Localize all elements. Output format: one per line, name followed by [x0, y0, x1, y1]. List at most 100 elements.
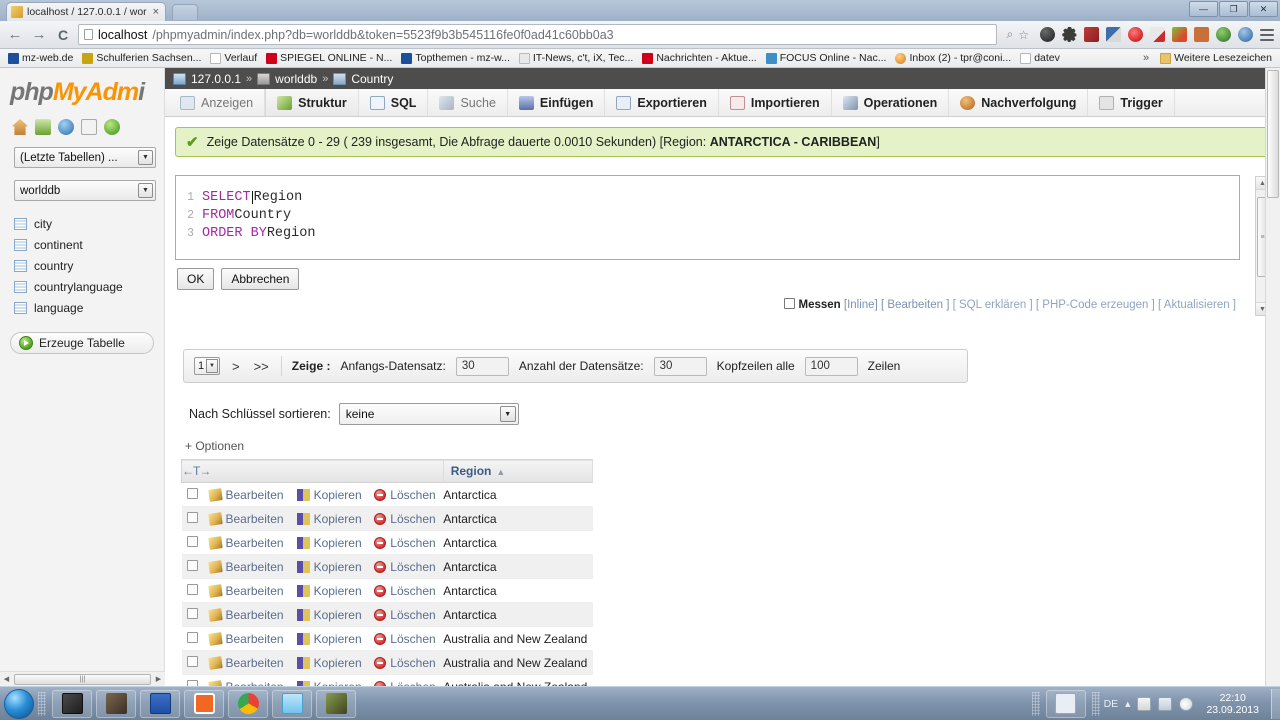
inline-link[interactable]: [Inline]	[844, 299, 878, 311]
breadcrumb-database[interactable]: worlddb	[275, 72, 317, 86]
chevron-down-icon[interactable]: ▼	[138, 150, 153, 165]
start-button[interactable]	[4, 688, 34, 719]
taskbar-item-save-app[interactable]	[140, 689, 180, 718]
show-hidden-icons-button[interactable]: ▴	[1125, 698, 1130, 710]
extension-icon-3[interactable]	[1084, 27, 1099, 42]
delete-action-cell[interactable]: Löschen	[369, 506, 444, 531]
delete-action-cell[interactable]: Löschen	[369, 650, 444, 675]
bookmark-star-icon[interactable]: ☆	[1018, 28, 1029, 42]
copy-action-cell[interactable]: Kopieren	[291, 674, 370, 686]
copy-action-cell[interactable]: Kopieren	[291, 650, 370, 675]
sort-asc-icon[interactable]: ▲	[491, 467, 505, 477]
taskbar-item-sublime-text[interactable]	[52, 689, 92, 718]
delete-action-cell[interactable]: Löschen	[369, 578, 444, 603]
row-checkbox-cell[interactable]	[181, 482, 204, 507]
page-info-icon[interactable]	[84, 29, 93, 40]
docs-icon[interactable]	[58, 119, 74, 135]
bookmark-item[interactable]: mz-web.de	[4, 51, 77, 65]
edit-action-cell[interactable]: Bearbeiten	[203, 482, 292, 507]
breadcrumb-table[interactable]: Country	[351, 72, 393, 86]
html5-icon[interactable]	[1194, 27, 1209, 42]
tab-trigger[interactable]: Trigger	[1088, 89, 1175, 116]
row-checkbox-cell[interactable]	[181, 530, 204, 555]
extension-icon-6[interactable]	[1150, 27, 1165, 42]
toolbar-grip[interactable]	[38, 691, 46, 716]
hamburger-menu-icon[interactable]	[1260, 28, 1274, 41]
chevron-down-icon[interactable]: ▼	[138, 183, 153, 198]
tab-nachverfolgung[interactable]: Nachverfolgung	[949, 89, 1089, 116]
table-item-language[interactable]: language	[14, 297, 164, 318]
tab-einfuegen[interactable]: Einfügen	[508, 89, 606, 116]
clock[interactable]: 22:10 23.09.2013	[1200, 692, 1265, 716]
edit-action-cell[interactable]: Bearbeiten	[203, 530, 292, 555]
network-icon[interactable]	[1158, 696, 1173, 711]
column-header-region[interactable]: Region ▲	[443, 459, 594, 483]
delete-action-cell[interactable]: Löschen	[369, 530, 444, 555]
row-checkbox-cell[interactable]	[181, 554, 204, 579]
header-every-input[interactable]: 100	[804, 356, 858, 376]
show-desktop-button[interactable]	[1271, 688, 1280, 719]
next-page-button[interactable]: >	[230, 359, 242, 374]
bookmark-item[interactable]: IT-News, c't, iX, Tec...	[515, 51, 637, 65]
table-item-continent[interactable]: continent	[14, 234, 164, 255]
tab-exportieren[interactable]: Exportieren	[605, 89, 719, 116]
chevron-down-icon[interactable]: ▼	[206, 359, 218, 373]
delete-action-cell[interactable]: Löschen	[369, 674, 444, 686]
table-row[interactable]: Bearbeiten Kopieren Löschen Australia an…	[181, 626, 593, 651]
options-toggle-link[interactable]: + Optionen	[185, 439, 1280, 453]
copy-action-cell[interactable]: Kopieren	[291, 602, 370, 627]
edit-link[interactable]: [ Bearbeiten ]	[881, 299, 949, 311]
explain-sql-link[interactable]: [ SQL erklären ]	[953, 299, 1033, 311]
row-checkbox[interactable]	[187, 607, 198, 619]
database-select[interactable]: worlddb ▼	[14, 180, 156, 201]
cancel-button[interactable]: Abbrechen	[221, 268, 300, 290]
delete-action-cell[interactable]: Löschen	[369, 482, 444, 507]
edit-action-cell[interactable]: Bearbeiten	[203, 554, 292, 579]
row-checkbox[interactable]	[187, 511, 198, 523]
delete-action-cell[interactable]: Löschen	[369, 602, 444, 627]
reload-icon[interactable]: C	[54, 26, 72, 44]
ok-button[interactable]: OK	[177, 268, 215, 290]
extension-icon-5[interactable]	[1128, 27, 1143, 42]
copy-action-cell[interactable]: Kopieren	[291, 554, 370, 579]
table-row[interactable]: Bearbeiten Kopieren Löschen Antarctica	[181, 482, 593, 507]
row-checkbox-cell[interactable]	[181, 578, 204, 603]
home-icon[interactable]	[12, 119, 28, 135]
bookmark-item[interactable]: Inbox (2) - tpr@coni...	[891, 51, 1015, 65]
wiki-icon[interactable]	[81, 119, 97, 135]
table-row[interactable]: Bearbeiten Kopieren Löschen Antarctica	[181, 602, 593, 627]
browser-tab[interactable]: localhost / 127.0.0.1 / wor ×	[6, 2, 166, 21]
taskbar-item-file-explorer[interactable]	[96, 689, 136, 718]
copy-action-cell[interactable]: Kopieren	[291, 626, 370, 651]
row-checkbox[interactable]	[187, 559, 198, 571]
table-row[interactable]: Bearbeiten Kopieren Löschen Antarctica	[181, 578, 593, 603]
table-row[interactable]: Bearbeiten Kopieren Löschen Australia an…	[181, 650, 593, 675]
table-row[interactable]: Bearbeiten Kopieren Löschen Australia an…	[181, 674, 593, 686]
back-icon[interactable]: ←	[6, 26, 24, 44]
row-checkbox[interactable]	[187, 487, 198, 499]
new-tab-button[interactable]	[172, 4, 198, 20]
table-row[interactable]: Bearbeiten Kopieren Löschen Antarctica	[181, 530, 593, 555]
sort-by-key-select[interactable]: keine ▼	[338, 403, 519, 425]
tab-suche[interactable]: Suche	[428, 89, 508, 116]
bookmark-item[interactable]: SPIEGEL ONLINE - N...	[262, 51, 396, 65]
delete-action-cell[interactable]: Löschen	[369, 626, 444, 651]
action-center-icon[interactable]	[1137, 696, 1152, 711]
copy-action-cell[interactable]: Kopieren	[291, 506, 370, 531]
edit-action-cell[interactable]: Bearbeiten	[203, 506, 292, 531]
sql-code-editor[interactable]: 1 SELECT Region 2 FROM Country 3 ORDER B…	[175, 175, 1240, 260]
tab-sql[interactable]: SQL	[359, 89, 429, 116]
last-page-button[interactable]: >>	[252, 359, 271, 374]
refresh-link[interactable]: [ Aktualisieren ]	[1158, 299, 1236, 311]
create-php-code-link[interactable]: [ PHP-Code erzeugen ]	[1036, 299, 1155, 311]
edit-action-cell[interactable]: Bearbeiten	[203, 602, 292, 627]
extension-icon-1[interactable]	[1040, 27, 1055, 42]
extension-icon-9[interactable]	[1216, 27, 1231, 42]
navi-horizontal-scrollbar[interactable]: ◀ ||| ▶	[0, 671, 165, 686]
tray-grip[interactable]	[1031, 691, 1040, 716]
tab-importieren[interactable]: Importieren	[719, 89, 832, 116]
close-window-button[interactable]: ✕	[1249, 1, 1278, 17]
extension-icon-7[interactable]	[1172, 27, 1187, 42]
table-item-country[interactable]: country	[14, 255, 164, 276]
edit-action-cell[interactable]: Bearbeiten	[203, 650, 292, 675]
